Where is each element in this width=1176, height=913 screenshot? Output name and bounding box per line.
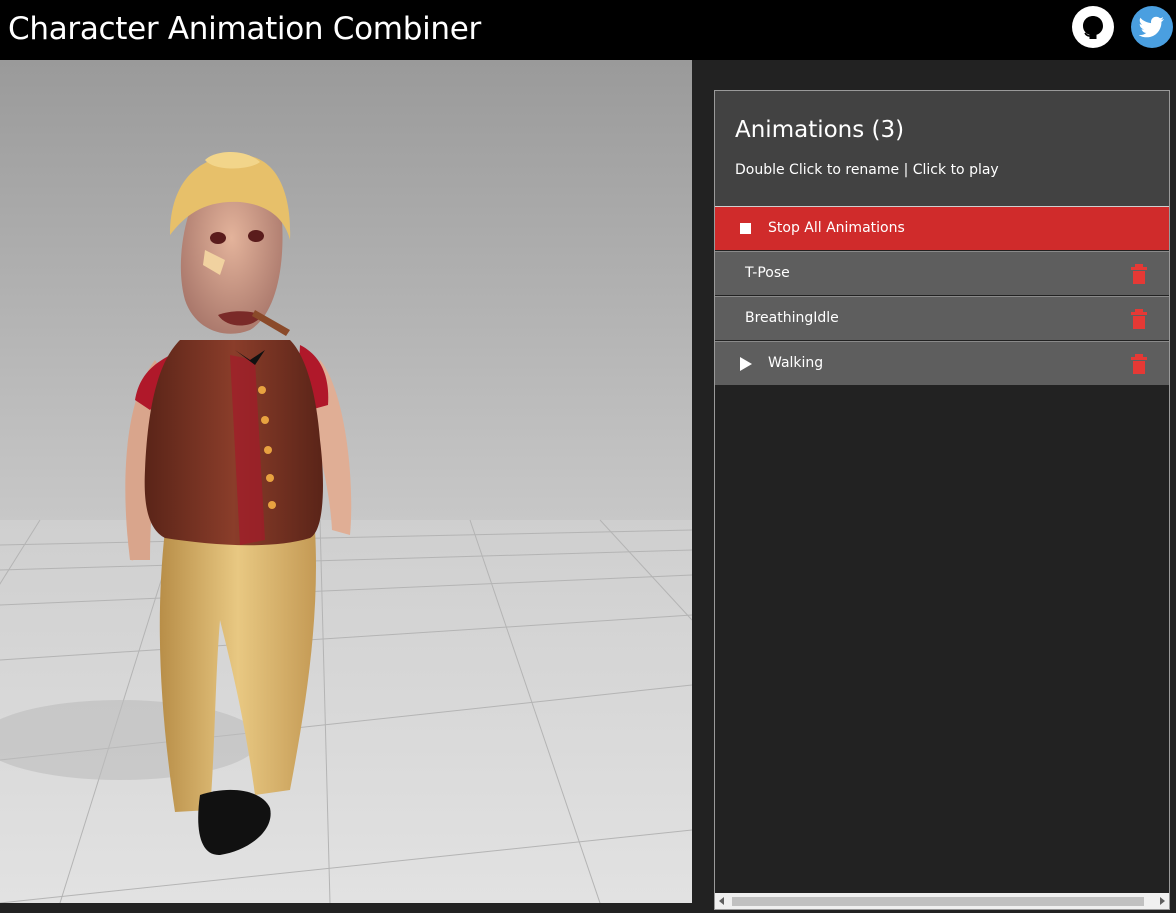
scroll-right-arrow-icon[interactable] [1160, 897, 1165, 905]
trash-icon[interactable] [1130, 354, 1148, 374]
play-icon [740, 357, 752, 371]
scroll-left-arrow-icon[interactable] [719, 897, 724, 905]
app-title: Character Animation Combiner [8, 11, 481, 47]
horizontal-scrollbar[interactable] [715, 893, 1169, 909]
animations-panel: Animations (3) Double Click to rename | … [714, 90, 1170, 910]
app-header: Character Animation Combiner [0, 0, 1176, 60]
github-icon [1083, 16, 1103, 39]
trash-icon[interactable] [1130, 264, 1148, 284]
panel-header: Animations (3) Double Click to rename | … [715, 91, 1169, 206]
twitter-icon [1139, 16, 1164, 38]
scrollbar-thumb[interactable] [732, 897, 1144, 906]
twitter-link[interactable] [1131, 6, 1173, 48]
animation-item-t-pose[interactable]: T-Pose [715, 251, 1169, 295]
animation-item-breathingidle[interactable]: BreathingIdle [715, 296, 1169, 340]
animation-name: T-Pose [745, 265, 790, 281]
panel-title: Animations (3) [735, 117, 905, 143]
stop-icon [740, 223, 751, 234]
animation-name: BreathingIdle [745, 310, 839, 326]
3d-scene [0, 60, 692, 903]
trash-icon[interactable] [1130, 309, 1148, 329]
github-link[interactable] [1072, 6, 1114, 48]
3d-viewport[interactable] [0, 60, 692, 903]
panel-hint: Double Click to rename | Click to play [735, 162, 999, 178]
stop-all-label: Stop All Animations [768, 220, 905, 236]
animation-name: Walking [768, 355, 824, 371]
animation-item-walking[interactable]: Walking [715, 341, 1169, 385]
stop-all-button[interactable]: Stop All Animations [715, 206, 1169, 250]
